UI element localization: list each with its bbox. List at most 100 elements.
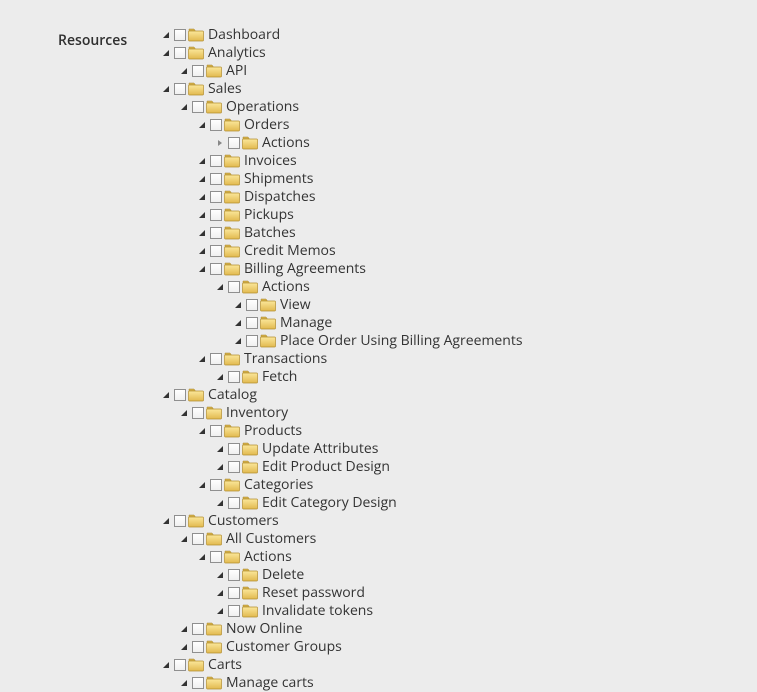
expand-toggle-icon[interactable] (214, 281, 226, 293)
expand-toggle-icon[interactable] (160, 515, 172, 527)
node-checkbox[interactable] (174, 29, 186, 41)
expand-toggle-icon[interactable] (214, 497, 226, 509)
node-checkbox[interactable] (228, 569, 240, 581)
tree-row[interactable]: Transactions (196, 350, 523, 368)
node-checkbox[interactable] (246, 317, 258, 329)
node-checkbox[interactable] (210, 551, 222, 563)
node-checkbox[interactable] (192, 65, 204, 77)
tree-row[interactable]: Batches (196, 224, 523, 242)
tree-row[interactable]: View (232, 296, 523, 314)
node-checkbox[interactable] (192, 533, 204, 545)
tree-node-label[interactable]: Invoices (244, 152, 297, 170)
tree-node-label[interactable]: Carts (208, 656, 242, 674)
tree-node-label[interactable]: Analytics (208, 44, 266, 62)
tree-row[interactable]: Invoices (196, 152, 523, 170)
tree-node-label[interactable]: Batches (244, 224, 296, 242)
node-checkbox[interactable] (192, 641, 204, 653)
tree-node-label[interactable]: View (280, 296, 311, 314)
expand-toggle-icon[interactable] (196, 551, 208, 563)
tree-node-label[interactable]: Customer Groups (226, 638, 342, 656)
expand-toggle-icon[interactable] (178, 407, 190, 419)
node-checkbox[interactable] (210, 425, 222, 437)
node-checkbox[interactable] (174, 515, 186, 527)
tree-row[interactable]: Dispatches (196, 188, 523, 206)
tree-node-label[interactable]: Actions (244, 548, 292, 566)
tree-row[interactable]: Billing Agreements (196, 260, 523, 278)
expand-toggle-icon[interactable] (196, 245, 208, 257)
tree-row[interactable]: Catalog (160, 386, 523, 404)
tree-node-label[interactable]: Shipments (244, 170, 313, 188)
node-checkbox[interactable] (228, 461, 240, 473)
tree-node-label[interactable]: Manage (280, 314, 332, 332)
tree-row[interactable]: Analytics (160, 44, 523, 62)
expand-toggle-icon[interactable] (196, 173, 208, 185)
expand-toggle-icon[interactable] (160, 83, 172, 95)
tree-row[interactable]: Customers (160, 512, 523, 530)
node-checkbox[interactable] (210, 155, 222, 167)
tree-node-label[interactable]: Now Online (226, 620, 302, 638)
node-checkbox[interactable] (228, 605, 240, 617)
tree-node-label[interactable]: Manage carts (226, 674, 314, 692)
node-checkbox[interactable] (210, 479, 222, 491)
expand-toggle-icon[interactable] (214, 371, 226, 383)
node-checkbox[interactable] (174, 47, 186, 59)
tree-row[interactable]: Reset password (214, 584, 523, 602)
expand-toggle-icon[interactable] (214, 569, 226, 581)
node-checkbox[interactable] (174, 389, 186, 401)
expand-toggle-icon[interactable] (178, 677, 190, 689)
tree-node-label[interactable]: Actions (262, 134, 310, 152)
tree-node-label[interactable]: Orders (244, 116, 289, 134)
expand-toggle-icon[interactable] (178, 65, 190, 77)
tree-node-label[interactable]: Transactions (244, 350, 327, 368)
node-checkbox[interactable] (174, 659, 186, 671)
tree-node-label[interactable]: Credit Memos (244, 242, 336, 260)
tree-node-label[interactable]: Edit Product Design (262, 458, 390, 476)
tree-row[interactable]: Manage carts (178, 674, 523, 692)
expand-toggle-icon[interactable] (196, 353, 208, 365)
node-checkbox[interactable] (192, 101, 204, 113)
expand-toggle-icon[interactable] (196, 119, 208, 131)
tree-row[interactable]: Invalidate tokens (214, 602, 523, 620)
tree-node-label[interactable]: Billing Agreements (244, 260, 366, 278)
tree-row[interactable]: Carts (160, 656, 523, 674)
expand-toggle-icon[interactable] (214, 443, 226, 455)
expand-toggle-icon[interactable] (160, 29, 172, 41)
tree-node-label[interactable]: Catalog (208, 386, 257, 404)
node-checkbox[interactable] (246, 299, 258, 311)
node-checkbox[interactable] (210, 191, 222, 203)
tree-row[interactable]: Inventory (178, 404, 523, 422)
tree-row[interactable]: Sales (160, 80, 523, 98)
expand-toggle-icon[interactable] (232, 299, 244, 311)
expand-toggle-icon[interactable] (196, 227, 208, 239)
expand-toggle-icon[interactable] (160, 389, 172, 401)
tree-row[interactable]: Edit Category Design (214, 494, 523, 512)
tree-row[interactable]: Edit Product Design (214, 458, 523, 476)
node-checkbox[interactable] (228, 137, 240, 149)
tree-row[interactable]: Categories (196, 476, 523, 494)
tree-node-label[interactable]: Sales (208, 80, 242, 98)
tree-node-label[interactable]: Customers (208, 512, 279, 530)
tree-row[interactable]: All Customers (178, 530, 523, 548)
node-checkbox[interactable] (228, 281, 240, 293)
tree-row[interactable]: Fetch (214, 368, 523, 386)
tree-row[interactable]: API (178, 62, 523, 80)
node-checkbox[interactable] (210, 353, 222, 365)
node-checkbox[interactable] (228, 371, 240, 383)
node-checkbox[interactable] (174, 83, 186, 95)
node-checkbox[interactable] (210, 173, 222, 185)
tree-node-label[interactable]: Place Order Using Billing Agreements (280, 332, 523, 350)
expand-toggle-icon[interactable] (232, 335, 244, 347)
tree-node-label[interactable]: Dashboard (208, 26, 280, 44)
node-checkbox[interactable] (210, 209, 222, 221)
node-checkbox[interactable] (192, 623, 204, 635)
node-checkbox[interactable] (210, 245, 222, 257)
tree-row[interactable]: Manage (232, 314, 523, 332)
node-checkbox[interactable] (228, 587, 240, 599)
expand-toggle-icon[interactable] (196, 155, 208, 167)
expand-toggle-icon[interactable] (160, 47, 172, 59)
tree-node-label[interactable]: Edit Category Design (262, 494, 397, 512)
tree-node-label[interactable]: Reset password (262, 584, 365, 602)
tree-node-label[interactable]: Inventory (226, 404, 288, 422)
tree-row[interactable]: Customer Groups (178, 638, 523, 656)
tree-node-label[interactable]: Invalidate tokens (262, 602, 373, 620)
